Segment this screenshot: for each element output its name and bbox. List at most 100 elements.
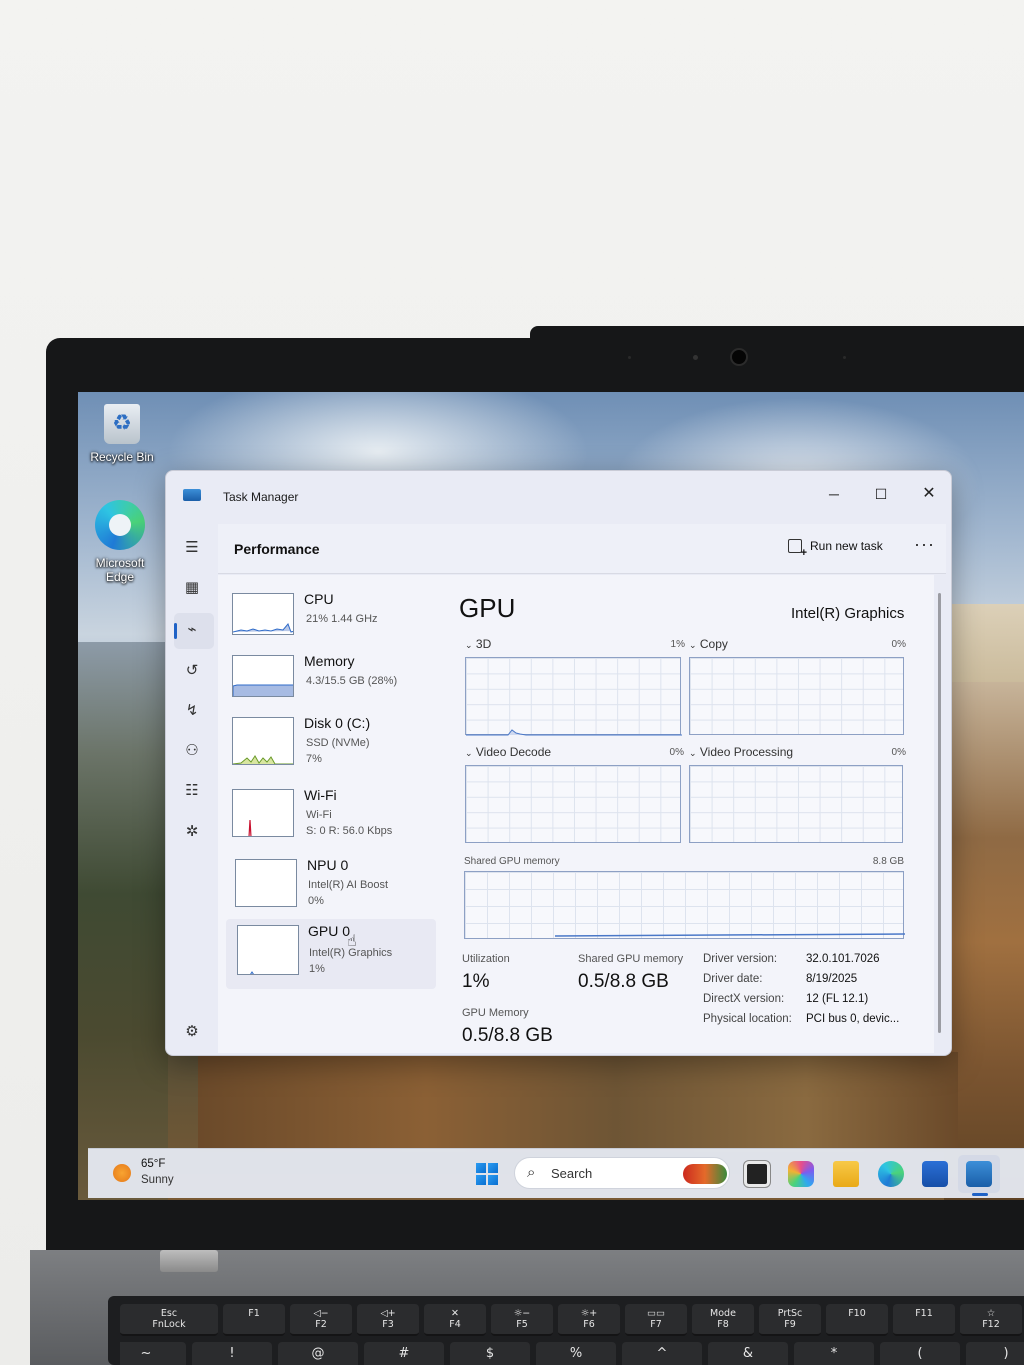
weather-condition[interactable]: Sunny bbox=[141, 1174, 174, 1186]
key-label: F3 bbox=[382, 1319, 394, 1330]
function-key[interactable]: ☆ F12 bbox=[960, 1304, 1022, 1336]
key-label: FnLock bbox=[152, 1319, 186, 1330]
number-key[interactable]: $ bbox=[450, 1342, 530, 1365]
memory-mini-graph-svg bbox=[233, 684, 293, 696]
function-key[interactable]: ◁− F2 bbox=[290, 1304, 352, 1336]
resource-disk[interactable]: Disk 0 (C:) SSD (NVMe) 7% bbox=[226, 713, 436, 777]
function-key[interactable]: F1 bbox=[223, 1304, 285, 1336]
maximize-button[interactable]: ☐ bbox=[858, 479, 904, 509]
shared-memory-graph-label: Shared GPU memory bbox=[464, 856, 560, 867]
engine-dropdown-video-processing[interactable]: ⌄ Video Processing bbox=[689, 745, 793, 759]
resource-detail-line: S: 0 R: 56.0 Kbps bbox=[306, 825, 393, 837]
number-key[interactable]: ( bbox=[880, 1342, 960, 1365]
resource-detail-line: Wi-Fi bbox=[306, 809, 332, 821]
driver-version-label: Driver version: bbox=[703, 953, 778, 965]
shared-memory-label: Shared GPU memory bbox=[578, 953, 684, 965]
resource-gpu[interactable]: GPU 0 Intel(R) Graphics 1% ☝ bbox=[226, 919, 436, 989]
number-key[interactable]: @ bbox=[278, 1342, 358, 1365]
wallpaper-building bbox=[948, 604, 1024, 694]
details-icon[interactable]: ☷ bbox=[180, 779, 204, 803]
page-title: Performance bbox=[234, 541, 320, 557]
scrollbar[interactable] bbox=[938, 593, 941, 1033]
task-manager-app-icon[interactable] bbox=[966, 1161, 992, 1187]
number-key[interactable]: ! bbox=[192, 1342, 272, 1365]
graph-video-processing bbox=[689, 765, 903, 843]
page-header: Performance Run new task ··· bbox=[218, 524, 946, 574]
number-key[interactable]: % bbox=[536, 1342, 616, 1365]
key-label: Esc bbox=[160, 1308, 178, 1319]
weather-temperature[interactable]: 65°F bbox=[141, 1158, 165, 1170]
engine-dropdown-copy[interactable]: ⌄ Copy bbox=[689, 637, 728, 651]
function-key[interactable]: PrtSc F9 bbox=[759, 1304, 821, 1336]
function-key[interactable]: ◁+ F3 bbox=[357, 1304, 419, 1336]
users-icon[interactable]: ⚇ bbox=[180, 739, 204, 763]
number-key[interactable]: * bbox=[794, 1342, 874, 1365]
number-key[interactable]: ) bbox=[966, 1342, 1024, 1365]
performance-icon[interactable]: ⌁ bbox=[180, 618, 204, 642]
microsoft-store-app-icon[interactable] bbox=[922, 1161, 948, 1187]
engine-pct: 0% bbox=[891, 639, 906, 650]
key-label: ☼− bbox=[513, 1308, 531, 1319]
number-key[interactable]: ^ bbox=[622, 1342, 702, 1365]
taskbar: 65°F Sunny ⌕ Search bbox=[88, 1148, 1024, 1198]
function-key[interactable]: ☼+ F6 bbox=[558, 1304, 620, 1336]
function-key[interactable]: F11 bbox=[893, 1304, 955, 1336]
settings-gear-icon[interactable]: ⚙ bbox=[180, 1020, 204, 1044]
sensor-dot bbox=[693, 355, 698, 360]
function-key[interactable]: ▭▭ F7 bbox=[625, 1304, 687, 1336]
key-label: F7 bbox=[650, 1319, 662, 1330]
function-key[interactable]: ☼− F5 bbox=[491, 1304, 553, 1336]
taskbar-search[interactable]: ⌕ Search bbox=[514, 1157, 730, 1189]
resource-npu[interactable]: NPU 0 Intel(R) AI Boost 0% bbox=[226, 855, 436, 919]
chevron-down-icon: ⌄ bbox=[465, 748, 473, 758]
desktop-icon-edge[interactable]: Microsoft Edge bbox=[80, 500, 160, 584]
resource-wifi[interactable]: Wi-Fi Wi-Fi S: 0 R: 56.0 Kbps bbox=[226, 785, 436, 849]
key-label: PrtSc bbox=[777, 1308, 803, 1319]
startup-apps-icon[interactable]: ↯ bbox=[180, 699, 204, 723]
title-bar[interactable]: Task Manager ─ ☐ ✕ bbox=[166, 471, 951, 521]
search-highlight-icon bbox=[683, 1164, 727, 1184]
run-new-task-button[interactable]: Run new task bbox=[788, 539, 883, 559]
task-manager-window: Task Manager ─ ☐ ✕ ☰ ▦ ⌁ ↺ ↯ ⚇ ☷ ✲ ⚙ Per… bbox=[165, 470, 952, 1056]
hamburger-menu-icon[interactable]: ☰ bbox=[180, 536, 204, 560]
resource-memory[interactable]: Memory 4.3/15.5 GB (28%) bbox=[226, 651, 436, 715]
key-label: ▭▭ bbox=[647, 1308, 665, 1319]
desktop-icon-recycle-bin[interactable]: Recycle Bin bbox=[82, 404, 162, 464]
memory-mini-graph bbox=[232, 655, 294, 697]
close-button[interactable]: ✕ bbox=[906, 479, 951, 509]
key-label: F2 bbox=[315, 1319, 327, 1330]
edge-app-icon[interactable] bbox=[878, 1161, 904, 1187]
graph-3d-svg bbox=[466, 729, 682, 736]
sun-icon[interactable] bbox=[113, 1164, 131, 1182]
terminal-app-icon[interactable] bbox=[744, 1161, 770, 1187]
sensor-dot bbox=[628, 356, 631, 359]
more-options-button[interactable]: ··· bbox=[914, 534, 935, 555]
function-key[interactable]: ✕ F4 bbox=[424, 1304, 486, 1336]
windows-logo-icon bbox=[476, 1163, 486, 1173]
function-key[interactable]: Mode F8 bbox=[692, 1304, 754, 1336]
engine-dropdown-3d[interactable]: ⌄ 3D bbox=[465, 637, 491, 651]
engine-dropdown-video-decode[interactable]: ⌄ Video Decode bbox=[465, 745, 551, 759]
start-button[interactable] bbox=[476, 1163, 498, 1185]
number-key[interactable]: & bbox=[708, 1342, 788, 1365]
function-key[interactable]: F10 bbox=[826, 1304, 888, 1336]
number-key[interactable]: ~ bbox=[120, 1342, 186, 1365]
directx-version-value: 12 (FL 12.1) bbox=[806, 993, 869, 1005]
driver-date-value: 8/19/2025 bbox=[806, 973, 858, 985]
graph-3d bbox=[465, 657, 682, 736]
gpu-mini-graph-svg bbox=[250, 971, 254, 974]
file-explorer-app-icon[interactable] bbox=[833, 1161, 859, 1187]
engine-pct: 0% bbox=[891, 747, 906, 758]
app-history-icon[interactable]: ↺ bbox=[180, 659, 204, 683]
function-key[interactable]: Esc FnLock bbox=[120, 1304, 218, 1336]
number-key[interactable]: # bbox=[364, 1342, 444, 1365]
gpu-mini-graph bbox=[237, 925, 299, 975]
driver-version-value: 32.0.101.7026 bbox=[806, 953, 880, 965]
services-icon[interactable]: ✲ bbox=[180, 820, 204, 844]
microsoft-365-app-icon[interactable] bbox=[788, 1161, 814, 1187]
resource-name: NPU 0 bbox=[307, 857, 349, 873]
minimize-button[interactable]: ─ bbox=[811, 479, 857, 509]
processes-icon[interactable]: ▦ bbox=[180, 576, 204, 600]
resource-cpu[interactable]: CPU 21% 1.44 GHz bbox=[226, 589, 436, 653]
resource-name: GPU 0 bbox=[308, 923, 351, 939]
